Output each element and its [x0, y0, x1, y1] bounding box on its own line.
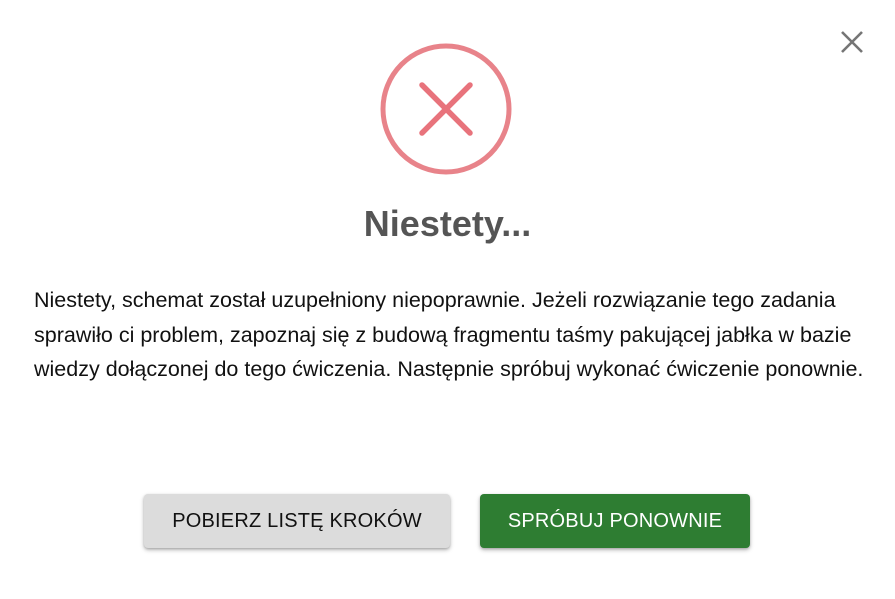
error-dialog: Niestety... Niestety, schemat został uzu… — [0, 0, 895, 599]
close-icon[interactable] — [840, 30, 864, 54]
error-x-circle-icon — [380, 43, 512, 175]
dialog-message: Niestety, schemat został uzupełniony nie… — [34, 288, 864, 381]
retry-button[interactable]: SPRÓBUJ PONOWNIE — [480, 494, 750, 548]
download-steps-button[interactable]: POBIERZ LISTĘ KROKÓW — [144, 494, 450, 548]
dialog-title: Niestety... — [363, 203, 532, 244]
close-button[interactable] — [836, 26, 868, 58]
